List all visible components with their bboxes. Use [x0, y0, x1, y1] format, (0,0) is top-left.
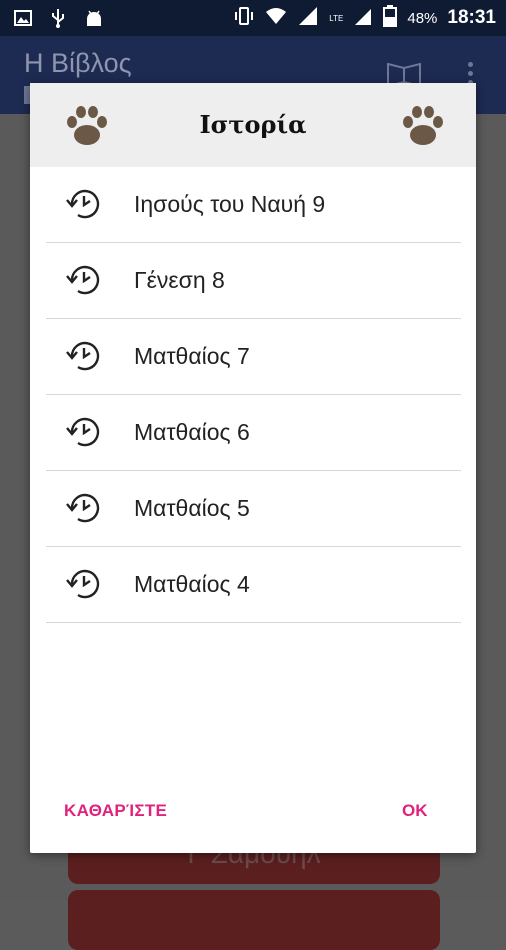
wifi-icon: [265, 7, 287, 30]
signal-icon: [297, 6, 319, 31]
status-bar: LTE 48% 18:31: [0, 0, 506, 36]
history-icon: [66, 567, 102, 606]
list-item[interactable]: Ματθαίος 4: [46, 547, 461, 623]
history-dialog: Ιστορία Ιησούς του Ναυή 9 Γένεση 8 Ματθα…: [30, 83, 476, 853]
history-icon: [66, 491, 102, 530]
history-icon: [66, 339, 102, 378]
clear-button[interactable]: ΚΑΘΑΡΊΣΤΕ: [64, 801, 167, 821]
list-item[interactable]: Γένεση 8: [46, 243, 461, 319]
battery-percent: 48%: [407, 9, 438, 27]
paw-icon: [400, 103, 446, 154]
android-icon: [84, 8, 104, 33]
list-item-label: Γένεση 8: [134, 267, 225, 293]
image-icon: [14, 9, 32, 32]
signal-icon-2: [353, 6, 373, 31]
history-icon: [66, 187, 102, 226]
background-book-button-2: [68, 890, 440, 950]
usb-icon: [50, 8, 66, 33]
vibrate-icon: [233, 6, 255, 31]
list-item-label: Ματθαίος 4: [134, 571, 250, 597]
history-list: Ιησούς του Ναυή 9 Γένεση 8 Ματθαίος 7 Μα…: [46, 167, 461, 623]
history-icon: [66, 263, 102, 302]
dialog-header: Ιστορία: [30, 83, 476, 167]
list-item-label: Ματθαίος 6: [134, 419, 250, 445]
battery-icon: [383, 4, 398, 32]
clock: 18:31: [447, 7, 496, 28]
app-title: Η Βίβλος: [24, 48, 132, 78]
list-item-label: Ιησούς του Ναυή 9: [134, 191, 326, 217]
network-type: LTE: [329, 13, 344, 23]
history-icon: [66, 415, 102, 454]
ok-button[interactable]: OK: [402, 801, 428, 821]
list-item[interactable]: Ματθαίος 6: [46, 395, 461, 471]
list-item[interactable]: Ιησούς του Ναυή 9: [46, 167, 461, 243]
list-item-label: Ματθαίος 7: [134, 343, 250, 369]
list-item-label: Ματθαίος 5: [134, 495, 250, 521]
list-item[interactable]: Ματθαίος 5: [46, 471, 461, 547]
list-item[interactable]: Ματθαίος 7: [46, 319, 461, 395]
